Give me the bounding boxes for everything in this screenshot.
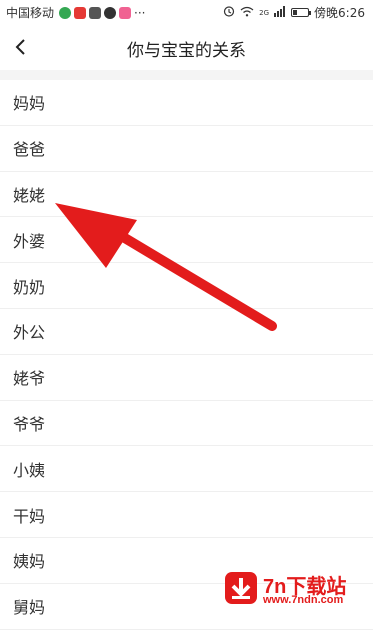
- relation-label: 奶奶: [13, 277, 46, 297]
- music-icon: [74, 6, 87, 19]
- status-right: 2G 傍晚6:26: [223, 4, 365, 21]
- carrier-label: 中国移动: [6, 6, 55, 20]
- status-left: 中国移动 ···: [6, 4, 145, 21]
- relation-item[interactable]: 姥爷: [0, 355, 373, 401]
- relation-item[interactable]: 姥姥: [0, 172, 373, 218]
- alarm-icon: [223, 5, 235, 20]
- relation-item[interactable]: 奶奶: [0, 263, 373, 309]
- video-icon: [119, 6, 132, 19]
- page-title: 你与宝宝的关系: [127, 41, 246, 61]
- relation-label: 妈妈: [13, 94, 46, 114]
- qq-icon: [104, 6, 117, 19]
- relation-item[interactable]: 爸爸: [0, 126, 373, 172]
- relation-label: 姨妈: [13, 552, 46, 572]
- battery-fill: [293, 10, 298, 15]
- relation-label: 爷爷: [13, 414, 46, 434]
- relation-label: 干妈: [13, 506, 46, 526]
- relation-item[interactable]: 干妈: [0, 492, 373, 538]
- browser-icon: [59, 6, 72, 19]
- relation-label: 爸爸: [13, 140, 46, 160]
- battery-icon: [291, 8, 312, 17]
- relation-label: 舅妈: [13, 598, 46, 618]
- relation-label: 外公: [13, 323, 46, 343]
- signal-icon: [274, 5, 286, 20]
- relation-item[interactable]: 爷爷: [0, 401, 373, 447]
- relation-item[interactable]: 外公: [0, 309, 373, 355]
- section-divider: [0, 70, 373, 80]
- relation-label: 姥爷: [13, 369, 46, 389]
- relation-item[interactable]: 舅妈: [0, 584, 373, 630]
- header: 你与宝宝的关系: [0, 24, 373, 70]
- app-icon: [89, 6, 102, 19]
- relation-item[interactable]: 小姨: [0, 446, 373, 493]
- relation-list: 妈妈爸爸姥姥外婆奶奶外公姥爷爷爷小姨干妈姨妈舅妈: [0, 80, 373, 630]
- relation-label: 小姨: [13, 460, 46, 480]
- relation-label: 外婆: [13, 231, 46, 251]
- network-label: 2G: [259, 8, 270, 17]
- more-indicator: ···: [134, 5, 146, 20]
- relation-item[interactable]: 外婆: [0, 217, 373, 264]
- wifi-icon: [240, 6, 254, 20]
- relation-item[interactable]: 妈妈: [0, 80, 373, 126]
- status-bar: 中国移动 ··· 2G 傍晚6:26: [0, 0, 373, 24]
- relation-item[interactable]: 姨妈: [0, 538, 373, 584]
- relation-label: 姥姥: [13, 185, 46, 205]
- time-label: 傍晚6:26: [314, 6, 365, 20]
